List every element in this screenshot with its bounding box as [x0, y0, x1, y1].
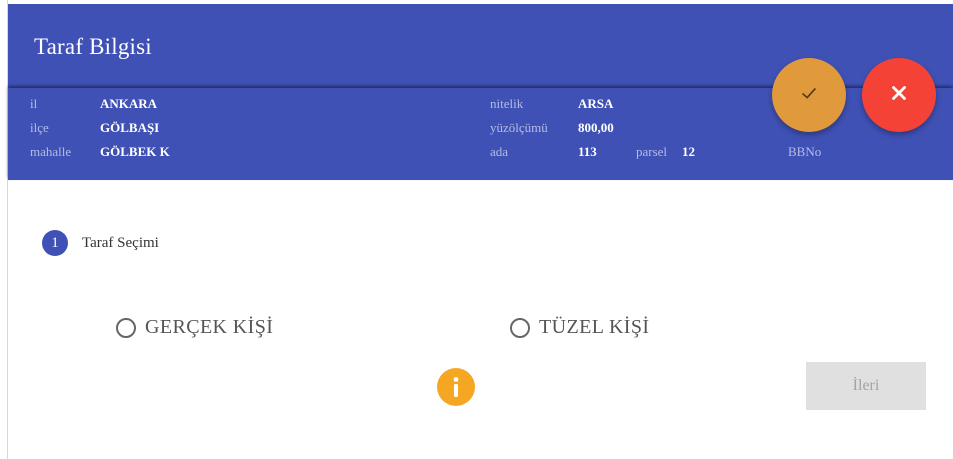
stepper-step: 1 Taraf Seçimi	[42, 230, 159, 256]
check-icon	[798, 82, 820, 109]
parsel-value: 12	[682, 144, 695, 159]
bbno-label: BBNo	[788, 144, 822, 159]
confirm-button[interactable]	[772, 58, 846, 132]
ada-label: ada	[490, 144, 509, 159]
tuzel-kisi-radio[interactable]: TÜZEL KİŞİ	[510, 316, 649, 339]
tuzel-kisi-label[interactable]: TÜZEL KİŞİ	[539, 316, 649, 339]
mahalle-value: GÖLBEK K	[100, 144, 170, 159]
close-button[interactable]	[862, 58, 936, 132]
parsel-label: parsel	[636, 144, 668, 159]
close-icon	[888, 82, 910, 109]
yuzolcumu-value: 800,00	[578, 120, 614, 135]
gercek-kisi-radio[interactable]: GERÇEK KİŞİ	[116, 316, 273, 339]
info-icon[interactable]	[437, 368, 475, 406]
ilce-label: ilçe	[30, 120, 49, 135]
step-number: 1	[42, 230, 68, 256]
radio-circle-icon[interactable]	[116, 317, 136, 338]
il-label: il	[30, 96, 38, 111]
step-label: Taraf Seçimi	[82, 234, 159, 251]
gercek-kisi-label[interactable]: GERÇEK KİŞİ	[145, 316, 273, 339]
taraf-dialog: Taraf Bilgisi il ANKARA ilçe GÖLBAŞI mah…	[8, 0, 953, 459]
dialog-title: Taraf Bilgisi	[34, 34, 152, 59]
left-border	[0, 0, 8, 459]
mahalle-label: mahalle	[30, 144, 72, 159]
ada-value: 113	[578, 144, 597, 159]
radio-circle-icon[interactable]	[510, 317, 530, 338]
next-button[interactable]: İleri	[806, 362, 926, 410]
yuzolcumu-label: yüzölçümü	[490, 120, 548, 135]
ilce-value: GÖLBAŞI	[100, 120, 160, 135]
il-value: ANKARA	[100, 96, 158, 111]
nitelik-value: ARSA	[578, 96, 614, 111]
nitelik-label: nitelik	[490, 96, 524, 111]
